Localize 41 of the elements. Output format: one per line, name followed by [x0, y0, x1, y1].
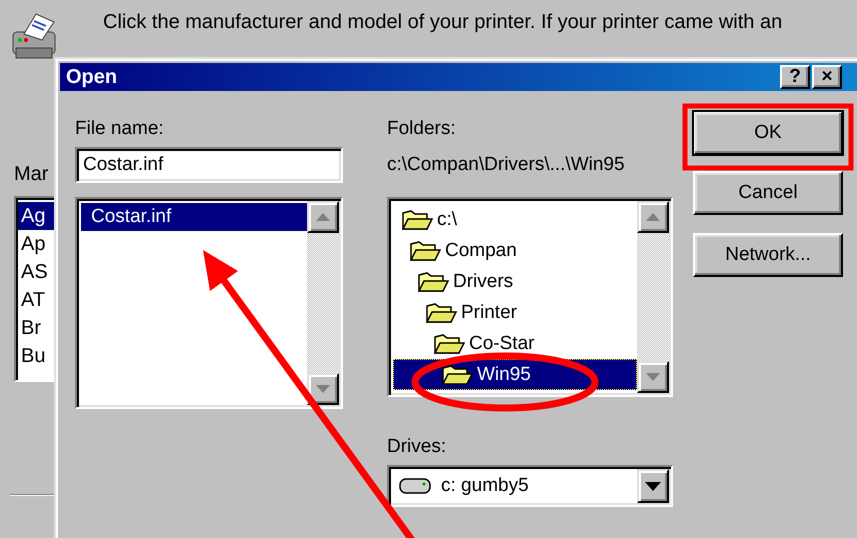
help-button[interactable]: ? [780, 65, 810, 89]
scroll-up-button[interactable] [307, 201, 339, 233]
folder-icon [409, 238, 441, 262]
scroll-down-button[interactable] [637, 361, 669, 393]
folder-item[interactable]: Printer [393, 297, 637, 328]
up-arrow-icon [316, 213, 330, 221]
down-arrow-icon [316, 385, 330, 393]
folder-icon [441, 362, 473, 386]
file-list[interactable]: Costar.inf [75, 197, 343, 409]
dialog-button[interactable]: Cancel [693, 171, 843, 215]
dialog-button[interactable]: Network... [693, 233, 843, 277]
close-button[interactable]: × [812, 65, 842, 89]
folder-item[interactable]: Drivers [393, 266, 637, 297]
file-name-field[interactable]: Costar.inf [75, 147, 343, 183]
scrollbar[interactable] [307, 201, 339, 405]
hard-drive-icon [399, 477, 431, 495]
folder-tree[interactable]: c:\ Compan Drivers Printer Co-Star Win95 [387, 197, 673, 397]
list-label: Mar [14, 162, 48, 186]
folder-icon [425, 300, 457, 324]
dialog-button[interactable]: OK [693, 111, 843, 155]
scroll-down-button[interactable] [307, 373, 339, 405]
folder-item[interactable]: Compan [393, 235, 637, 266]
folder-icon [401, 208, 433, 232]
file-item[interactable]: Costar.inf [81, 203, 307, 231]
folder-item[interactable]: Co-Star [393, 328, 637, 359]
field-label: File name: [75, 117, 165, 141]
scroll-up-button[interactable] [637, 201, 669, 233]
window-title: Open [66, 66, 118, 88]
field-label: Drives: [387, 435, 448, 459]
folder-path: c:\Compan\Drivers\...\Win95 [387, 153, 626, 177]
down-arrow-icon [646, 373, 660, 381]
caret-icon [645, 482, 661, 490]
drive-dropdown[interactable]: c: gumby5 [387, 465, 673, 507]
dropdown-button[interactable] [637, 469, 669, 503]
folder-icon [417, 270, 449, 294]
folder-icon [433, 332, 465, 356]
scrollbar[interactable] [637, 201, 669, 393]
up-arrow-icon [646, 213, 660, 221]
folder-item[interactable]: c:\ [393, 204, 637, 235]
instruction-text: Click the manufacturer and model of your printer. If your printer came with an [103, 10, 782, 34]
field-label: Folders: [387, 117, 457, 141]
